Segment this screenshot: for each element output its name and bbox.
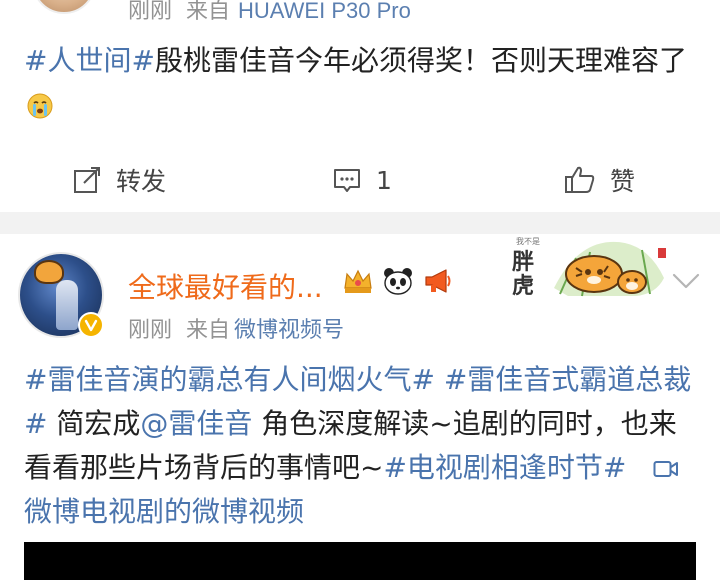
video-player[interactable] xyxy=(24,542,696,580)
video-link-label: 微博电视剧的微博视频 xyxy=(24,495,305,528)
post-text: #雷佳音演的霸总有人间烟火气# #雷佳音式霸道总裁# 简宏成@雷佳音 角色深度解… xyxy=(24,358,696,534)
device-source-link[interactable]: HUAWEI P30 Pro xyxy=(238,0,411,23)
like-button[interactable]: 赞 xyxy=(564,158,635,202)
source-prefix: 来自 xyxy=(186,0,231,24)
source-prefix: 来自 xyxy=(186,318,231,343)
topic-link[interactable]: #雷佳音演的霸总有人间烟火气# xyxy=(24,363,435,396)
crown-icon[interactable] xyxy=(342,266,374,300)
crying-face-icon xyxy=(26,88,54,134)
repost-label: 转发 xyxy=(116,167,167,196)
post-time: 刚刚 xyxy=(128,0,173,24)
comment-icon xyxy=(334,169,360,192)
mention-link[interactable]: @雷佳音 xyxy=(140,407,252,440)
comment-button[interactable]: 1 xyxy=(332,158,392,202)
post-text: #人世间#殷桃雷佳音今年必须得奖！否则天理难容了 xyxy=(24,38,694,134)
post-action-bar: 转发 1 赞 xyxy=(0,158,720,202)
sticker-caption: 我不是 xyxy=(516,237,540,246)
post-meta: 刚刚 来自 微博视频号 xyxy=(128,312,344,344)
repost-icon xyxy=(74,167,100,193)
megaphone-icon[interactable] xyxy=(422,266,454,300)
feed-post-1: 刚刚 来自 HUAWEI P30 Pro #人世间#殷桃雷佳音今年必须得奖！否则天理… xyxy=(0,0,720,212)
comment-count: 1 xyxy=(376,165,392,195)
tiger-sticker-icon xyxy=(554,241,666,297)
feed-divider xyxy=(0,212,720,234)
source-link[interactable]: 微博视频号 xyxy=(234,318,344,343)
post-body-text: 简宏成 xyxy=(47,407,141,440)
avatar[interactable] xyxy=(32,0,96,14)
repost-button[interactable]: 转发 xyxy=(72,158,166,202)
post-meta: 刚刚 来自 HUAWEI P30 Pro xyxy=(128,0,411,25)
username-link[interactable]: 全球最好看的... xyxy=(128,266,323,306)
feed-post-2: 全球最好看的... 刚刚 来自 微博视频号 我不是 胖虎 #雷佳音演的霸总有人间… xyxy=(0,234,720,580)
verified-badge-icon xyxy=(78,312,104,338)
sticker-title: 胖虎 xyxy=(512,249,535,299)
post-time: 刚刚 xyxy=(128,318,173,343)
panda-icon[interactable] xyxy=(382,266,414,300)
topic-link[interactable]: #电视剧相逢时节# xyxy=(383,451,626,484)
card-decoration-sticker[interactable]: 我不是 胖虎 xyxy=(512,237,672,302)
thumbs-up-icon xyxy=(565,166,595,193)
video-camera-icon xyxy=(653,461,679,477)
topic-link[interactable]: #人世间# xyxy=(24,44,155,77)
user-badges xyxy=(342,266,454,300)
post-body-text: 殷桃雷佳音今年必须得奖！否则天理难容了 xyxy=(154,44,687,77)
chevron-down-icon[interactable] xyxy=(670,270,702,296)
like-label: 赞 xyxy=(610,167,636,196)
